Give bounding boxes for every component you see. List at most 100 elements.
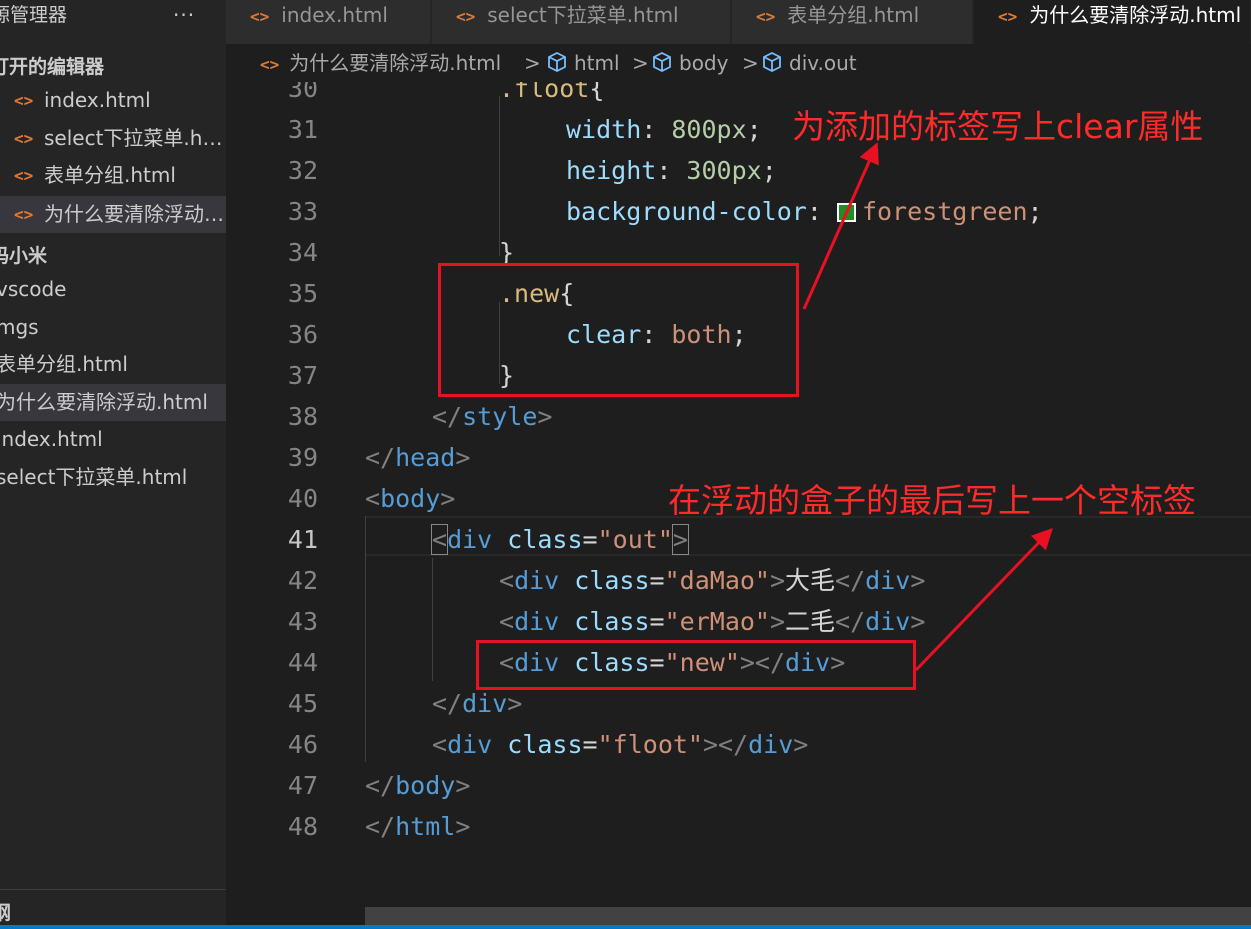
code-line[interactable]: background-color: forestgreen;: [566, 191, 1043, 232]
folder-item[interactable]: vscode: [0, 271, 226, 308]
code-line[interactable]: .floot{: [499, 82, 604, 109]
indent-guide: [499, 96, 500, 256]
line-number: 38: [287, 402, 318, 431]
open-editor-item[interactable]: <> index.html: [0, 82, 226, 119]
code-token: "floot": [597, 730, 703, 759]
line-number: 36: [287, 320, 318, 349]
code-line[interactable]: <div class="out">: [430, 519, 689, 560]
code-line[interactable]: height: 300px;: [566, 150, 777, 191]
code-token: =: [649, 607, 665, 636]
tab-clear-float-html[interactable]: <> 为什么要清除浮动.html: [974, 0, 1251, 44]
code-token: =: [582, 525, 598, 554]
file-label: vscode: [0, 277, 67, 301]
tab-select-html[interactable]: <> select下拉菜单.html: [432, 0, 731, 44]
code-token: <: [499, 607, 515, 636]
code-token: div: [447, 730, 493, 759]
line-number: 39: [287, 443, 318, 472]
line-number: 34: [287, 238, 318, 267]
code-token: 二毛: [785, 607, 836, 636]
code-line[interactable]: <div class="floot"></div>: [432, 724, 808, 765]
line-number: 44: [287, 648, 318, 677]
color-swatch[interactable]: [836, 203, 856, 222]
code-token: height: [566, 156, 657, 185]
code-token: </: [432, 402, 463, 431]
open-editor-item[interactable]: <> 表单分组.html: [0, 157, 226, 194]
cube-icon: [653, 51, 671, 73]
line-number: 31: [287, 115, 318, 144]
line-number: 30: [287, 82, 318, 103]
code-token: div: [748, 730, 794, 759]
code-line[interactable]: <div class="erMao">二毛</div>: [499, 601, 925, 642]
code-token: div: [514, 607, 560, 636]
code-token: div: [462, 689, 508, 718]
code-line[interactable]: </style>: [432, 396, 552, 437]
code-token: class: [507, 730, 583, 759]
more-actions-button[interactable]: ···: [173, 0, 195, 30]
file-item[interactable]: index.html: [0, 421, 226, 458]
tab-bar: <> index.html <> select下拉菜单.html <> 表单分组.ht…: [226, 0, 1251, 44]
code-line[interactable]: <div class="daMao">大毛</div>: [499, 560, 925, 601]
file-item[interactable]: select下拉菜单.html: [0, 459, 226, 496]
explorer-title: 源管理器: [0, 4, 68, 26]
file-item[interactable]: 表单分组.html: [0, 346, 226, 383]
breadcrumb-div-out[interactable]: div.out: [761, 44, 857, 82]
tab-index-html[interactable]: <> index.html: [226, 0, 431, 44]
html-file-icon: <>: [756, 7, 776, 26]
open-editors-header[interactable]: 打开的编辑器: [0, 52, 104, 79]
code-token: ;: [1027, 197, 1043, 226]
open-editor-label: 为什么要清除浮动.html: [44, 202, 224, 226]
code-token: >: [455, 771, 471, 800]
code-token: </: [365, 812, 396, 841]
code-line[interactable]: <body>: [365, 478, 455, 519]
open-editor-item[interactable]: <> select下拉菜单.html: [0, 120, 226, 157]
code-token: body: [380, 484, 441, 513]
code-token: :: [641, 115, 672, 144]
indent-guide: [365, 516, 366, 762]
tab-label: 为什么要清除浮动.html: [1029, 3, 1242, 27]
code-token: div: [865, 607, 911, 636]
code-token: body: [395, 771, 456, 800]
code-token: >: [910, 607, 926, 636]
folder-item[interactable]: mgs: [0, 309, 226, 346]
file-item-active[interactable]: 为什么要清除浮动.html: [0, 384, 226, 421]
code-token: 800px: [671, 115, 747, 144]
file-label: 表单分组.html: [0, 352, 128, 376]
html-file-icon: <>: [260, 55, 280, 74]
breadcrumb-body[interactable]: body: [651, 44, 728, 82]
breadcrumb: <> 为什么要清除浮动.html > html > body > div.out: [226, 44, 1251, 82]
html-file-icon: <>: [998, 7, 1018, 26]
code-line[interactable]: </body>: [365, 765, 470, 806]
code-token: >: [507, 689, 523, 718]
code-token: >: [910, 566, 926, 595]
open-editor-label: index.html: [44, 88, 151, 112]
code-token: div: [514, 566, 560, 595]
breadcrumb-html[interactable]: html: [546, 44, 620, 82]
code-token: width: [566, 115, 642, 144]
outline-section[interactable]: 纲: [0, 889, 226, 929]
line-number: 33: [287, 197, 318, 226]
code-token: =: [582, 730, 598, 759]
html-file-icon: <>: [14, 91, 34, 110]
breadcrumb-separator: >: [742, 51, 759, 75]
tab-form-group-html[interactable]: <> 表单分组.html: [732, 0, 973, 44]
tab-label: 表单分组.html: [787, 3, 920, 27]
code-line[interactable]: </html>: [365, 806, 470, 847]
line-number: 43: [287, 607, 318, 636]
folder-header[interactable]: 码小米: [0, 241, 47, 268]
html-file-icon: <>: [14, 166, 34, 185]
annotation-box-new-rule: [438, 263, 799, 397]
annotation-box-new-div: [476, 640, 916, 690]
code-token: forestgreen: [861, 197, 1028, 226]
code-line[interactable]: width: 800px;: [566, 109, 762, 150]
open-editor-item-active[interactable]: <> 为什么要清除浮动.html: [0, 196, 226, 233]
file-label: mgs: [0, 315, 39, 339]
code-token: >: [793, 730, 809, 759]
line-number: 41: [287, 525, 318, 554]
code-line[interactable]: </head>: [365, 437, 470, 478]
breadcrumb-file[interactable]: <> 为什么要清除浮动.html: [260, 44, 501, 84]
code-token: class: [507, 525, 583, 554]
tab-label: select下拉菜单.html: [487, 3, 679, 27]
file-label: index.html: [0, 427, 103, 451]
